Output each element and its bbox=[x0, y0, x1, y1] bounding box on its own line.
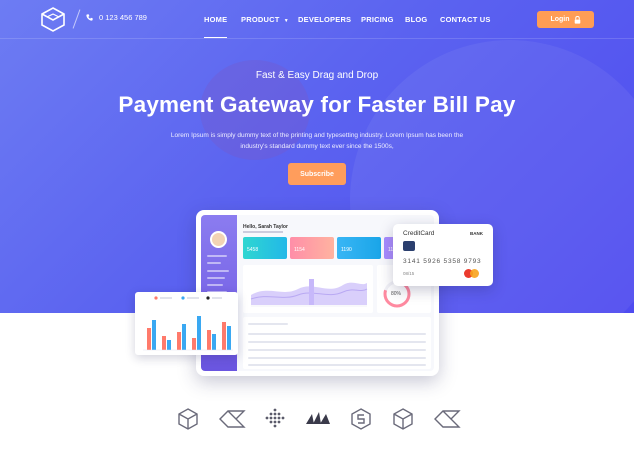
header-divider bbox=[0, 38, 634, 39]
landing-page: 0 123 456 789 HOME PRODUCT ▼ DEVELOPERS … bbox=[0, 0, 634, 474]
brand-logo-icon[interactable] bbox=[40, 6, 66, 37]
phone-contact[interactable]: 0 123 456 789 bbox=[86, 13, 147, 22]
bar-chart bbox=[143, 296, 233, 351]
nav-item-home[interactable]: HOME bbox=[204, 15, 228, 38]
table-row bbox=[248, 341, 426, 343]
chart-bar bbox=[177, 332, 181, 350]
nav-item-blog[interactable]: BLOG bbox=[405, 15, 427, 24]
card-bank: BANK bbox=[470, 231, 483, 236]
chart-bar bbox=[147, 328, 151, 350]
diamond-logo-icon bbox=[218, 408, 246, 435]
login-label: Login bbox=[550, 16, 570, 23]
stat-card-value: 1190 bbox=[341, 247, 352, 253]
stat-card: 1154 bbox=[290, 237, 334, 259]
nav-item-pricing[interactable]: PRICING bbox=[361, 15, 394, 24]
chart-bar bbox=[212, 334, 216, 350]
sidebar-line bbox=[207, 270, 229, 272]
table-title-line bbox=[248, 323, 288, 325]
stat-card-value: 5458 bbox=[247, 247, 259, 253]
chart-bar bbox=[152, 320, 156, 350]
chart-bar bbox=[197, 316, 201, 350]
hero-headline: Payment Gateway for Faster Bill Pay bbox=[118, 92, 516, 117]
chart-bar bbox=[167, 340, 171, 350]
s-logo-icon bbox=[351, 408, 371, 435]
sidebar-line bbox=[207, 262, 221, 264]
chevron-down-icon: ▼ bbox=[283, 18, 289, 24]
phone-number: 0 123 456 789 bbox=[99, 13, 147, 22]
subscribe-button[interactable]: Subscribe bbox=[288, 163, 346, 185]
bar-chart-card bbox=[135, 292, 238, 355]
sidebar-line bbox=[207, 277, 225, 279]
table-row bbox=[248, 349, 426, 351]
phone-icon bbox=[86, 14, 93, 21]
donut-value: 80% bbox=[391, 291, 402, 297]
table-row bbox=[248, 333, 426, 335]
hero-description: Lorem Ipsum is simply dummy text of the … bbox=[170, 132, 464, 150]
chart-bar bbox=[182, 324, 186, 350]
partner-logos bbox=[0, 408, 634, 434]
avatar bbox=[210, 231, 227, 248]
diamond-logo-icon bbox=[433, 408, 461, 435]
card-chip-icon bbox=[403, 241, 415, 251]
nav-item-developers[interactable]: DEVELOPERS bbox=[298, 15, 351, 24]
chart-bar bbox=[207, 330, 211, 350]
dashboard-greeting: Hello, Sarah Taylor bbox=[243, 224, 288, 230]
area-chart-panel bbox=[243, 265, 373, 313]
card-number: 3141 5926 5358 9793 bbox=[403, 258, 482, 265]
stat-card-value: 1154 bbox=[294, 247, 305, 253]
table-row bbox=[248, 364, 426, 366]
nav-item-product[interactable]: PRODUCT ▼ bbox=[241, 15, 289, 24]
nav-item-contact[interactable]: CONTACT US bbox=[440, 15, 491, 24]
lock-icon bbox=[574, 15, 580, 24]
stat-card: 5458 bbox=[243, 237, 287, 259]
card-expiry: 08/15 bbox=[403, 271, 415, 276]
card-brand: CreditCard bbox=[403, 230, 435, 237]
table-row bbox=[248, 357, 426, 359]
credit-card: CreditCard BANK 3141 5926 5358 9793 08/1… bbox=[393, 224, 493, 286]
nav-item-product-label: PRODUCT bbox=[241, 15, 280, 24]
chart-bar bbox=[227, 326, 231, 350]
chart-bar bbox=[192, 338, 196, 350]
sidebar-line bbox=[207, 284, 223, 286]
dots-logo-icon bbox=[265, 408, 285, 435]
mastercard-icon-overlap bbox=[470, 269, 479, 278]
login-button[interactable]: Login bbox=[537, 11, 594, 28]
cube-logo-icon bbox=[393, 408, 413, 435]
chart-bar bbox=[222, 322, 226, 350]
stat-card: 1190 bbox=[337, 237, 381, 259]
sidebar-line bbox=[207, 255, 227, 257]
dashboard-subtitle-line bbox=[243, 231, 283, 233]
header-separator bbox=[72, 9, 81, 29]
triangles-logo-icon bbox=[304, 408, 332, 435]
area-chart bbox=[250, 279, 368, 307]
transactions-panel bbox=[243, 317, 431, 369]
cube-logo-icon bbox=[178, 408, 198, 435]
chart-bar bbox=[162, 336, 166, 350]
hero-tagline: Fast & Easy Drag and Drop bbox=[255, 70, 379, 81]
